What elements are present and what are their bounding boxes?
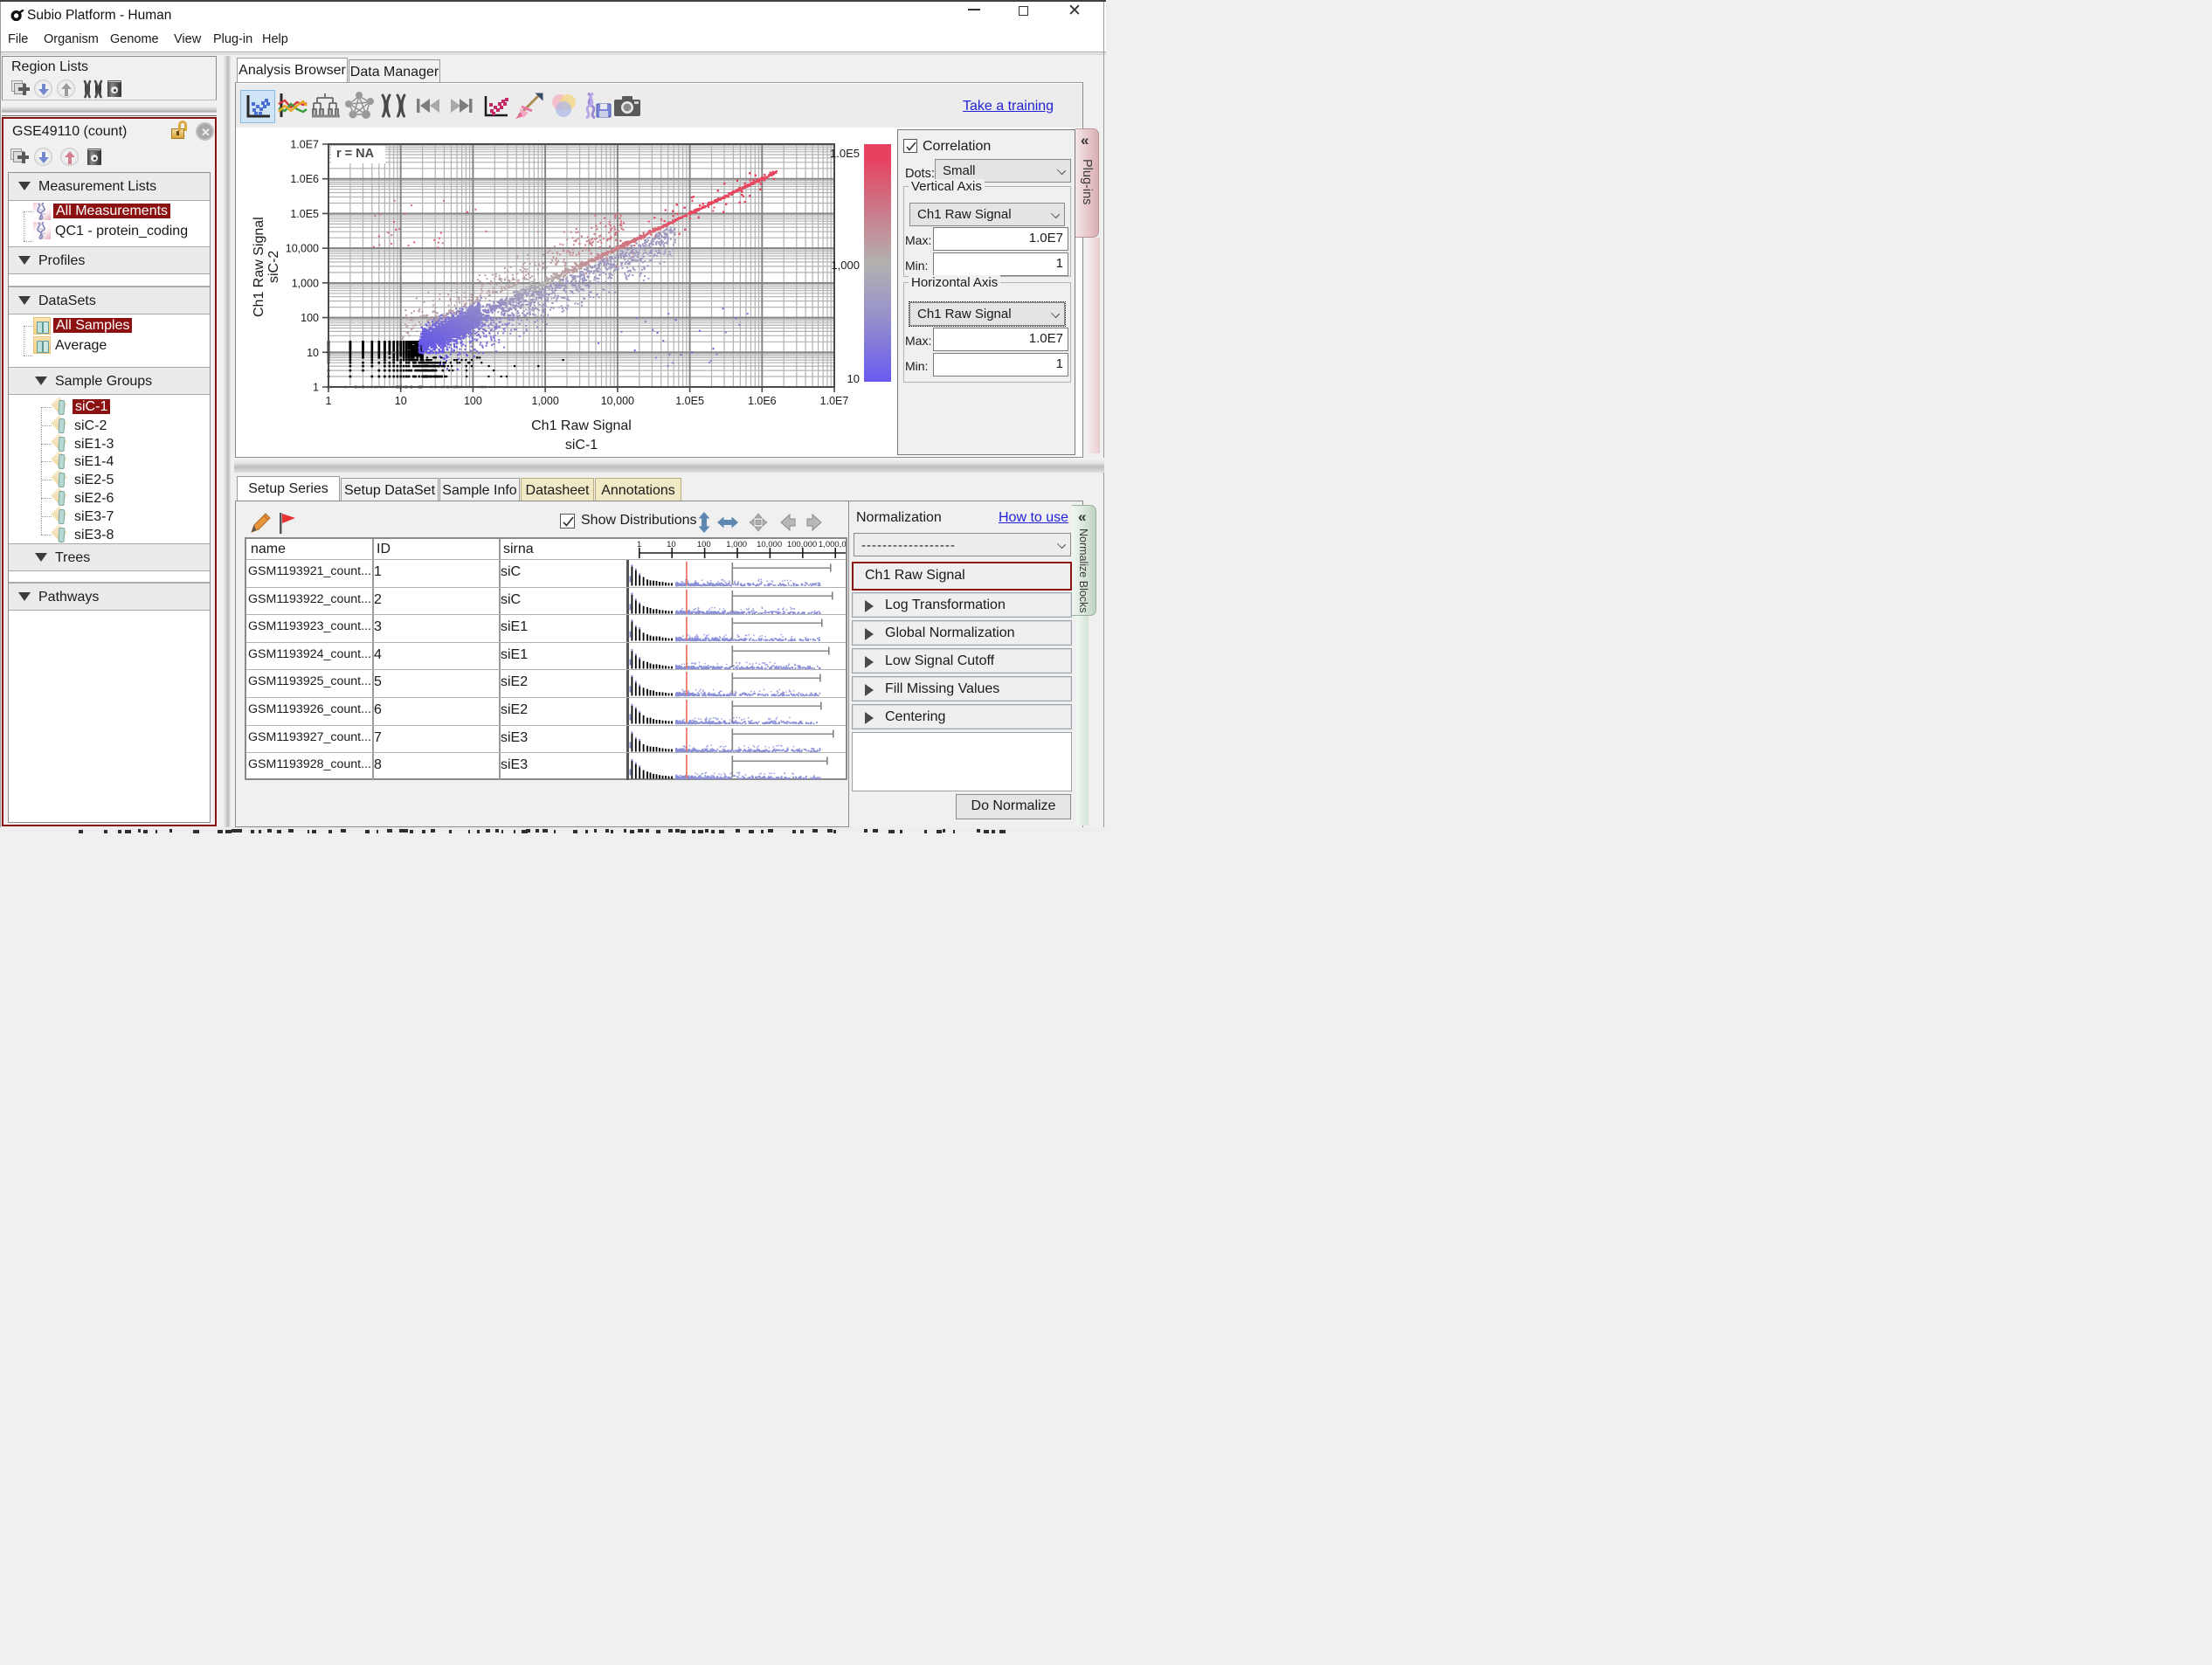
svg-text:1,000: 1,000 [532,395,559,407]
svg-text:1.0E6: 1.0E6 [290,173,319,185]
svg-text:10: 10 [395,395,407,407]
svg-text:1.0E6: 1.0E6 [748,395,777,407]
svg-text:1: 1 [326,395,332,407]
svg-text:10: 10 [307,347,319,359]
svg-text:10,000: 10,000 [601,395,634,407]
svg-text:1.0E5: 1.0E5 [675,395,704,407]
svg-text:1.0E7: 1.0E7 [820,395,849,407]
svg-text:1.0E7: 1.0E7 [290,139,319,151]
svg-text:1,000: 1,000 [292,277,319,289]
svg-text:10,000: 10,000 [286,243,319,255]
svg-text:100: 100 [464,395,482,407]
svg-text:1.0E5: 1.0E5 [290,208,319,220]
svg-text:100: 100 [301,312,319,324]
svg-text:1: 1 [313,382,319,394]
